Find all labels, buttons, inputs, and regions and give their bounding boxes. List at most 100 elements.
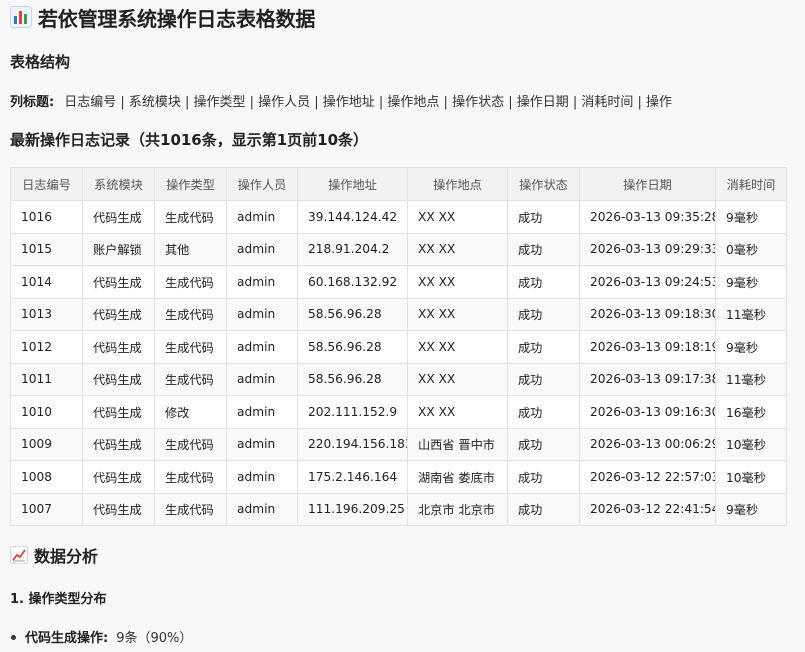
column-header[interactable]: 日志编号 <box>10 167 83 201</box>
table-cell: 1009 <box>10 427 83 461</box>
table-cell: 成功 <box>507 362 580 396</box>
table-cell: 生成代码 <box>154 492 227 526</box>
table-cell: 代码生成 <box>82 460 155 494</box>
list-item: 代码生成操作: 9条（90%） <box>10 627 192 646</box>
page-title-row: 若依管理系统操作日志表格数据 <box>10 4 316 31</box>
columns-label: 列标题: <box>10 95 55 110</box>
table-cell: 2026-03-13 09:29:33 <box>579 232 716 266</box>
table-cell: 生成代码 <box>154 200 227 234</box>
analysis-heading: 数据分析 <box>34 547 99 566</box>
chart-increasing-icon <box>10 546 28 564</box>
table-cell: XX XX <box>407 232 508 266</box>
table-cell: 2026-03-13 09:17:38 <box>579 362 716 396</box>
table-cell: 1014 <box>10 265 83 299</box>
table-cell: 1010 <box>10 395 83 429</box>
table-cell: admin <box>226 200 298 234</box>
table-cell: 175.2.146.164 <box>297 460 408 494</box>
table-cell: 58.56.96.28 <box>297 362 408 396</box>
table-cell: 1007 <box>10 492 83 526</box>
table-cell: 成功 <box>507 265 580 299</box>
columns-line: 列标题: 日志编号 | 系统模块 | 操作类型 | 操作人员 | 操作地址 | 操… <box>10 91 672 110</box>
column-header[interactable]: 系统模块 <box>82 167 155 201</box>
table-cell: admin <box>226 330 298 364</box>
table-cell: 代码生成 <box>82 200 155 234</box>
table-cell: 60.168.132.92 <box>297 265 408 299</box>
table-cell: admin <box>226 492 298 526</box>
table-row[interactable]: 1010 代码生成 修改 admin 202.111.152.9 XX XX 成功 2026-… <box>10 395 787 429</box>
table-row[interactable]: 1009 代码生成 生成代码 admin 220.194.156.183 山西省 晋中市成… <box>10 427 787 461</box>
table-cell: 代码生成 <box>82 427 155 461</box>
column-header[interactable]: 操作类型 <box>154 167 227 201</box>
table-cell: 北京市 北京市 <box>407 492 508 526</box>
table-cell: 代码生成 <box>82 395 155 429</box>
table-cell: 2026-03-12 22:57:03 <box>579 460 716 494</box>
table-cell: 1011 <box>10 362 83 396</box>
table-row[interactable]: 1016 代码生成 生成代码 admin 39.144.124.42 XX XX 成功 202… <box>10 200 787 234</box>
table-cell: admin <box>226 265 298 299</box>
table-cell: 生成代码 <box>154 265 227 299</box>
table-cell: 2026-03-13 09:18:19 <box>579 330 716 364</box>
table-cell: 10毫秒 <box>715 427 787 461</box>
table-cell: 代码生成 <box>82 362 155 396</box>
column-header[interactable]: 消耗时间 <box>715 167 787 201</box>
table-cell: 生成代码 <box>154 362 227 396</box>
table-cell: 1015 <box>10 232 83 266</box>
table-cell: 9毫秒 <box>715 200 787 234</box>
column-header[interactable]: 操作地址 <box>297 167 408 201</box>
table-cell: 生成代码 <box>154 427 227 461</box>
structure-heading: 表格结构 <box>10 53 71 71</box>
table-cell: 58.56.96.28 <box>297 330 408 364</box>
bullet-value: 9条（90%） <box>116 631 193 646</box>
table-cell: 湖南省 娄底市 <box>407 460 508 494</box>
table-cell: 2026-03-13 09:18:30 <box>579 297 716 331</box>
table-cell: 9毫秒 <box>715 265 787 299</box>
column-header[interactable]: 操作人员 <box>226 167 298 201</box>
table-cell: XX XX <box>407 362 508 396</box>
table-cell: 1008 <box>10 460 83 494</box>
table-cell: 成功 <box>507 232 580 266</box>
table-cell: 218.91.204.2 <box>297 232 408 266</box>
table-row[interactable]: 1015 账户解锁 其他 admin 218.91.204.2 XX XX 成功 2026-0… <box>10 232 787 266</box>
bar-chart-icon <box>10 6 32 28</box>
table-cell: 成功 <box>507 460 580 494</box>
table-cell: admin <box>226 297 298 331</box>
table-cell: 202.111.152.9 <box>297 395 408 429</box>
column-header[interactable]: 操作日期 <box>579 167 716 201</box>
table-cell: 9毫秒 <box>715 330 787 364</box>
table-row[interactable]: 1012 代码生成 生成代码 admin 58.56.96.28 XX XX 成功 2026-… <box>10 330 787 364</box>
table-cell: 其他 <box>154 232 227 266</box>
operation-log-table: 日志编号 系统模块 操作类型 操作人员 操作地址 操作地点 操作状态 操作日期 消耗时间 101… <box>10 167 787 526</box>
table-cell: XX XX <box>407 200 508 234</box>
table-cell: admin <box>226 427 298 461</box>
table-cell: 111.196.209.25 <box>297 492 408 526</box>
table-cell: 58.56.96.28 <box>297 297 408 331</box>
table-cell: 成功 <box>507 395 580 429</box>
table-row[interactable]: 1007 代码生成 生成代码 admin 111.196.209.25 北京市 北京市 成功… <box>10 492 787 526</box>
analysis-heading-row: 数据分析 <box>10 543 98 567</box>
table-cell: 代码生成 <box>82 492 155 526</box>
column-header[interactable]: 操作地点 <box>407 167 508 201</box>
table-cell: 220.194.156.183 <box>297 427 408 461</box>
table-cell: 成功 <box>507 427 580 461</box>
table-cell: 11毫秒 <box>715 297 787 331</box>
table-row[interactable]: 1013 代码生成 生成代码 admin 58.56.96.28 XX XX 成功 2026-… <box>10 297 787 331</box>
table-cell: 成功 <box>507 330 580 364</box>
table-cell: 0毫秒 <box>715 232 787 266</box>
table-cell: 生成代码 <box>154 330 227 364</box>
page-title: 若依管理系统操作日志表格数据 <box>38 6 316 31</box>
table-cell: 1013 <box>10 297 83 331</box>
table-cell: 山西省 晋中市 <box>407 427 508 461</box>
table-row[interactable]: 1014 代码生成 生成代码 admin 60.168.132.92 XX XX 成功 202… <box>10 265 787 299</box>
table-cell: 成功 <box>507 492 580 526</box>
table-cell: admin <box>226 232 298 266</box>
table-row[interactable]: 1011 代码生成 生成代码 admin 58.56.96.28 XX XX 成功 2026-… <box>10 362 787 396</box>
table-cell: 1016 <box>10 200 83 234</box>
table-row[interactable]: 1008 代码生成 生成代码 admin 175.2.146.164 湖南省 娄底市 成功 2… <box>10 460 787 494</box>
table-cell: 成功 <box>507 200 580 234</box>
table-cell: XX XX <box>407 265 508 299</box>
table-cell: 代码生成 <box>82 265 155 299</box>
table-cell: admin <box>226 362 298 396</box>
table-cell: 2026-03-13 00:06:29 <box>579 427 716 461</box>
column-header[interactable]: 操作状态 <box>507 167 580 201</box>
table-cell: 2026-03-13 09:24:53 <box>579 265 716 299</box>
